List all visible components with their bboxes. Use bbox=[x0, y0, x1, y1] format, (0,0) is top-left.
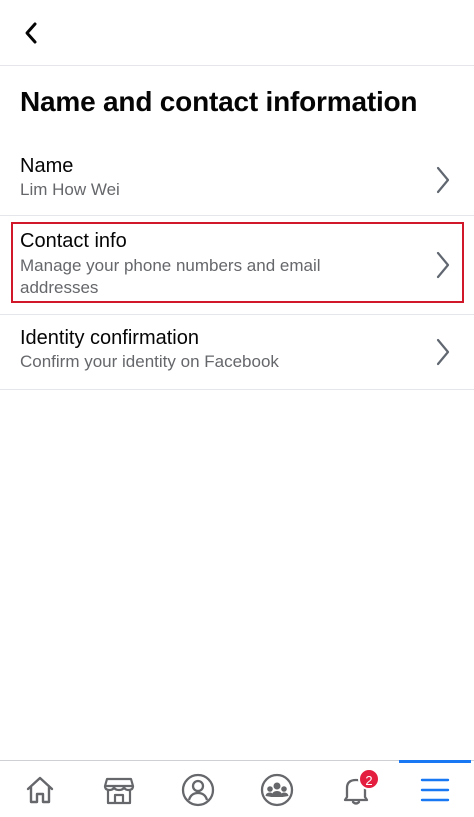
chevron-left-icon bbox=[25, 22, 37, 44]
chevron-right-icon bbox=[436, 166, 450, 194]
divider bbox=[0, 389, 474, 390]
tab-marketplace[interactable] bbox=[80, 761, 158, 817]
tab-menu[interactable] bbox=[396, 761, 474, 817]
page-title: Name and contact information bbox=[20, 86, 418, 117]
identity-confirmation-subtitle: Confirm your identity on Facebook bbox=[20, 352, 279, 371]
tab-notifications[interactable]: 2 bbox=[317, 761, 395, 817]
groups-icon bbox=[260, 773, 294, 806]
name-row[interactable]: Name Lim How Wei bbox=[0, 145, 474, 215]
bottom-nav: 2 bbox=[0, 760, 474, 817]
identity-confirmation-row[interactable]: Identity confirmation Confirm your ident… bbox=[0, 315, 474, 389]
profile-icon bbox=[181, 773, 215, 806]
menu-icon bbox=[420, 778, 450, 801]
back-button[interactable] bbox=[14, 18, 48, 48]
tab-profile[interactable] bbox=[159, 761, 237, 817]
name-row-value: Lim How Wei bbox=[20, 180, 120, 199]
top-bar bbox=[0, 0, 474, 66]
chevron-right-icon bbox=[436, 251, 450, 279]
contact-info-row[interactable]: Contact info Manage your phone numbers a… bbox=[0, 216, 474, 314]
notification-badge: 2 bbox=[358, 768, 380, 790]
name-row-title: Name bbox=[20, 155, 74, 177]
identity-confirmation-title: Identity confirmation bbox=[20, 327, 199, 349]
tab-groups[interactable] bbox=[238, 761, 316, 817]
chevron-right-icon bbox=[436, 338, 450, 366]
home-icon bbox=[26, 776, 54, 803]
contact-info-title: Contact info bbox=[20, 230, 127, 252]
marketplace-icon bbox=[103, 777, 135, 804]
contact-info-subtitle: Manage your phone numbers and email addr… bbox=[20, 256, 321, 297]
tab-home[interactable] bbox=[1, 761, 79, 817]
